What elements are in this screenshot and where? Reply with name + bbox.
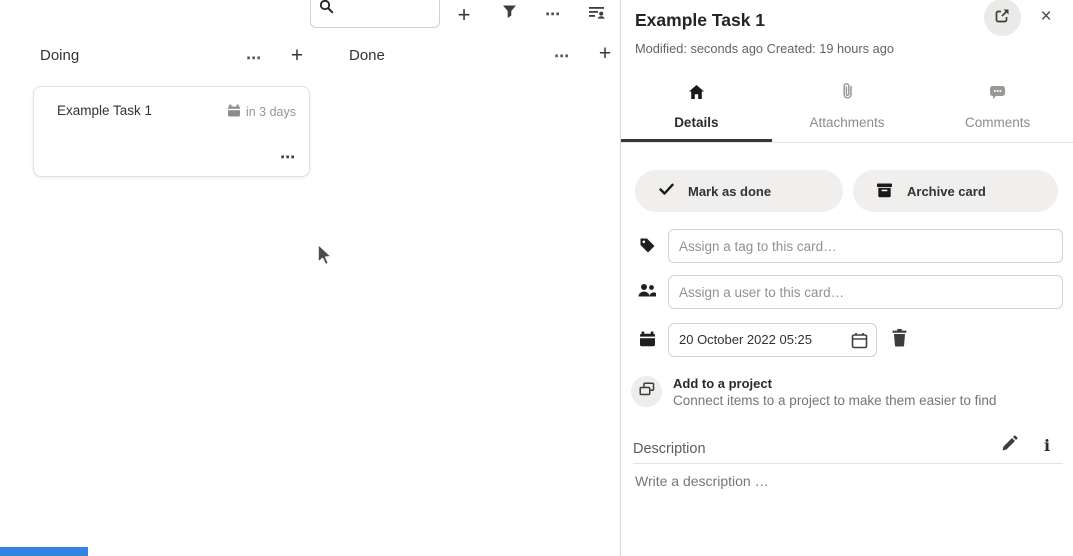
mark-as-done-button[interactable]: Mark as done <box>635 170 843 212</box>
tab-details[interactable]: Details <box>621 84 772 142</box>
search-input[interactable] <box>337 1 435 23</box>
due-date-value: 20 October 2022 05:25 <box>679 332 812 347</box>
column-done-title: Done <box>349 47 385 64</box>
list-user-icon <box>588 4 606 26</box>
assign-user-input[interactable] <box>668 275 1063 309</box>
more-options-button[interactable]: ⋯ <box>540 2 566 26</box>
description-info-button[interactable]: i <box>1040 435 1054 455</box>
popout-button[interactable] <box>984 0 1021 36</box>
tab-comments[interactable]: Comments <box>922 84 1073 142</box>
external-link-icon <box>994 7 1011 29</box>
filter-button[interactable] <box>497 2 521 26</box>
ellipsis-icon: ⋯ <box>246 51 262 66</box>
archive-icon <box>876 182 893 201</box>
card-title: Example Task 1 <box>57 103 152 118</box>
taskbar-fragment <box>0 547 88 556</box>
column-doing-add-button[interactable]: + <box>283 42 311 68</box>
date-picker-button[interactable] <box>850 331 869 353</box>
description-editor[interactable]: Write a description … <box>635 473 769 489</box>
ellipsis-icon: ⋯ <box>554 49 570 64</box>
description-divider <box>633 463 1063 464</box>
paperclip-icon <box>842 82 853 105</box>
due-date-field[interactable]: 20 October 2022 05:25 <box>668 323 877 357</box>
column-done-add-button[interactable]: + <box>591 40 619 66</box>
pencil-icon <box>1001 435 1018 457</box>
column-doing-more-button[interactable]: ⋯ <box>240 45 268 71</box>
chat-icon <box>989 85 1006 105</box>
users-icon <box>637 283 657 303</box>
column-done-more-button[interactable]: ⋯ <box>548 43 576 69</box>
ellipsis-icon: ⋯ <box>545 7 561 22</box>
plus-icon: + <box>599 43 611 64</box>
search-box <box>310 0 440 28</box>
task-card[interactable]: Example Task 1 in 3 days ⋯ <box>33 86 310 177</box>
delete-date-button[interactable] <box>886 327 912 353</box>
tab-comments-label: Comments <box>965 115 1030 130</box>
panel-meta: Modified: seconds ago Created: 19 hours … <box>635 41 894 56</box>
tab-details-label: Details <box>674 115 718 130</box>
tab-attachments[interactable]: Attachments <box>772 84 923 142</box>
project-title: Add to a project <box>673 376 772 391</box>
plus-icon: + <box>458 4 471 26</box>
edit-description-button[interactable] <box>997 434 1021 458</box>
calendar-icon <box>227 104 241 120</box>
card-due-date: in 3 days <box>227 104 296 120</box>
panel-title: Example Task 1 <box>635 10 765 31</box>
tab-attachments-label: Attachments <box>809 115 884 130</box>
info-icon: i <box>1044 436 1050 455</box>
view-options-button[interactable] <box>584 3 610 27</box>
calendar-icon <box>639 331 656 352</box>
search-icon <box>319 0 334 19</box>
tab-bar: Details Attachments Comments <box>621 84 1073 143</box>
close-icon: × <box>1040 6 1051 28</box>
add-button[interactable]: + <box>449 1 479 29</box>
plus-icon: + <box>291 45 303 66</box>
description-label: Description <box>633 441 706 457</box>
project-subtitle: Connect items to a project to make them … <box>673 393 996 408</box>
mark-as-done-label: Mark as done <box>688 184 771 199</box>
add-to-project-row[interactable]: Add to a project Connect items to a proj… <box>625 370 1065 414</box>
assign-tag-input[interactable] <box>668 229 1063 263</box>
tag-icon <box>639 237 656 259</box>
filter-icon <box>502 4 517 24</box>
archive-card-button[interactable]: Archive card <box>853 170 1058 212</box>
column-doing-title: Doing <box>40 47 79 64</box>
card-more-button[interactable]: ⋯ <box>280 148 296 166</box>
home-icon <box>688 84 705 105</box>
trash-icon <box>891 328 908 352</box>
card-due-label: in 3 days <box>246 105 296 119</box>
archive-card-label: Archive card <box>907 184 986 199</box>
close-button[interactable]: × <box>1034 5 1058 29</box>
project-icon-circle <box>631 376 662 407</box>
mouse-cursor <box>316 243 335 274</box>
check-icon <box>659 183 674 199</box>
project-windows-icon <box>639 382 655 401</box>
